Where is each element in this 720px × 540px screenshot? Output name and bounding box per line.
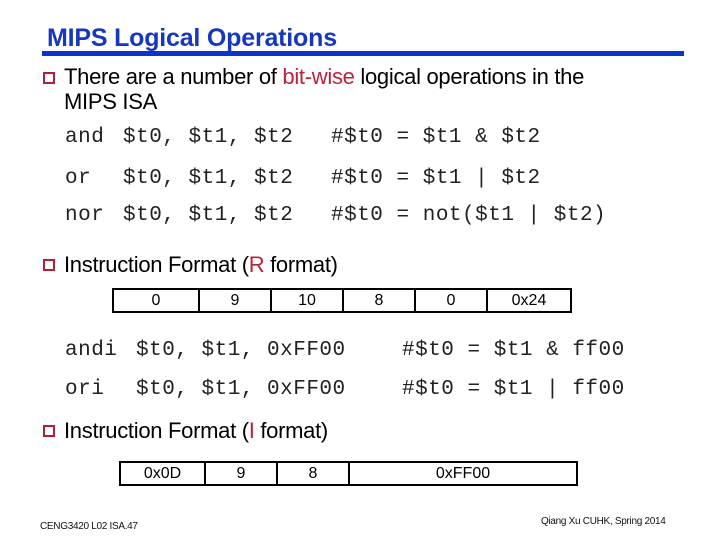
bullet-2-highlight: R xyxy=(248,252,265,277)
slide-title: MIPS Logical Operations xyxy=(47,24,337,52)
code-comment: #$t0 = not($t1 | $t2) xyxy=(331,204,607,227)
title-underline xyxy=(42,51,684,56)
bullet-1-line2: MIPS ISA xyxy=(64,89,157,114)
bullet-icon xyxy=(43,72,55,84)
code-args: $t0, $t1, $t2 xyxy=(123,126,294,149)
r-field-op: 0 xyxy=(114,290,200,311)
bullet-text-1: There are a number of bit-wise logical o… xyxy=(64,64,584,89)
code-args: $t0, $t1, 0xFF00 xyxy=(136,339,346,362)
i-format-box: 0x0D 9 8 0xFF00 xyxy=(119,461,578,486)
code-line-and: and xyxy=(65,126,104,149)
code-line-nor: nor xyxy=(65,204,104,227)
code-line-ori: ori xyxy=(65,378,104,401)
r-field-funct: 0x24 xyxy=(511,292,547,309)
code-op: andi xyxy=(65,339,118,362)
code-line-andi: andi xyxy=(65,339,117,362)
i-field-rs: 9 xyxy=(206,463,278,484)
i-field-immediate: 0xFF00 xyxy=(435,465,491,482)
r-field-rs: 9 xyxy=(200,290,272,311)
bullet-1-highlight: bit-wise xyxy=(282,64,355,89)
i-field-rt: 8 xyxy=(278,463,350,484)
code-comment: #$t0 = $t1 | ff00 xyxy=(402,378,625,401)
bullet-text-2: Instruction Format (R format) xyxy=(64,252,338,277)
r-field-rd: 8 xyxy=(344,290,416,311)
bullet-2-pre: Instruction Format ( xyxy=(64,252,249,277)
bullet-2-post: format) xyxy=(264,252,338,277)
bullet-3-post: format) xyxy=(254,418,328,443)
code-args: $t0, $t1, $t2 xyxy=(123,204,294,227)
r-field-shamt: 0 xyxy=(416,290,488,311)
code-comment: #$t0 = $t1 | $t2 xyxy=(331,167,541,190)
code-op: ori xyxy=(65,378,105,401)
code-args: $t0, $t1, $t2 xyxy=(123,167,294,190)
bullet-3-pre: Instruction Format ( xyxy=(64,418,249,443)
bullet-text-3: Instruction Format (I format) xyxy=(64,418,328,443)
code-op: or xyxy=(65,167,92,190)
r-format-box: 0 9 10 8 0 0x24 xyxy=(112,288,572,313)
footer-course: CENG3420 L02 ISA.47 xyxy=(40,521,138,532)
i-field-op: 0x0D xyxy=(121,463,206,484)
code-comment: #$t0 = $t1 & ff00 xyxy=(402,339,625,362)
footer-author: Qiang Xu CUHK, Spring 2014 xyxy=(541,516,666,527)
bullet-1-pre: There are a number of xyxy=(64,64,283,89)
code-line-or: or xyxy=(65,167,91,190)
bullet-icon xyxy=(43,425,55,437)
code-args: $t0, $t1, 0xFF00 xyxy=(136,378,346,401)
bullet-1-post: logical operations in the xyxy=(354,64,585,89)
bullet-icon xyxy=(43,259,55,271)
code-op: and xyxy=(65,126,105,149)
code-op: nor xyxy=(65,204,105,227)
code-comment: #$t0 = $t1 & $t2 xyxy=(331,126,541,149)
r-field-rt: 10 xyxy=(272,290,344,311)
